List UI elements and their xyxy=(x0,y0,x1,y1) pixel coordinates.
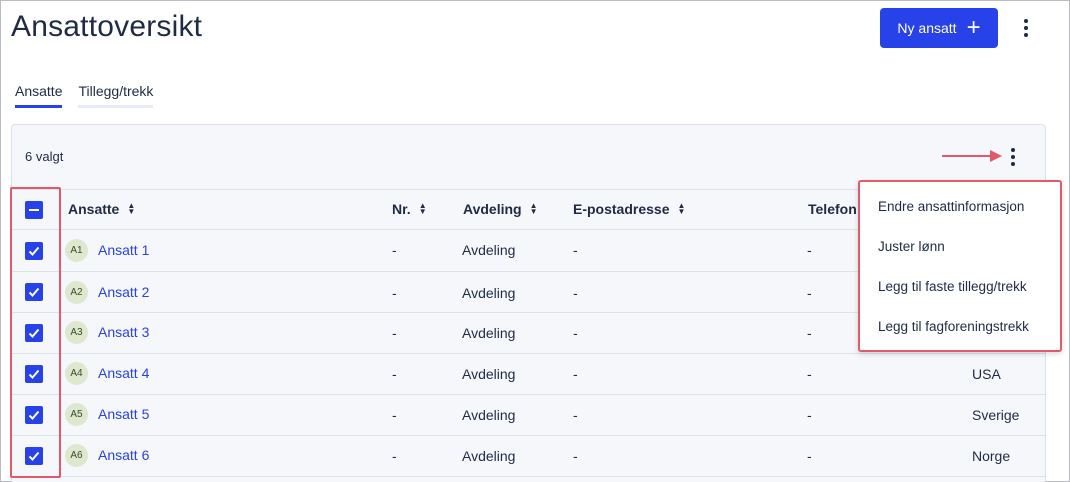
cell-email: - xyxy=(573,366,578,382)
employee-name-link[interactable]: Ansatt 3 xyxy=(98,324,149,340)
cell-phone: - xyxy=(807,325,812,341)
column-header-epost[interactable]: E-postadresse ▲ ▼ xyxy=(573,201,685,217)
avatar: A5 xyxy=(65,403,88,426)
column-label: Ansatte xyxy=(68,201,120,217)
column-label: Telefon xyxy=(808,201,857,217)
cell-nr: - xyxy=(392,325,397,341)
avatar: A4 xyxy=(65,362,88,385)
cell-email: - xyxy=(573,242,578,258)
sort-icon: ▲ ▼ xyxy=(418,201,427,216)
column-label: Nr. xyxy=(392,201,411,217)
plus-icon: + xyxy=(966,14,981,41)
cell-country: Sverige xyxy=(972,407,1020,423)
avatar: A2 xyxy=(65,281,88,304)
row-divider xyxy=(12,435,1045,436)
cell-nr: - xyxy=(392,407,397,423)
new-employee-label: Ny ansatt xyxy=(897,20,957,36)
sort-icon: ▲ ▼ xyxy=(677,201,686,216)
cell-phone: - xyxy=(807,407,812,423)
selected-count: 6 valgt xyxy=(25,149,64,164)
sort-icon: ▲ ▼ xyxy=(529,201,538,216)
cell-department: Avdeling xyxy=(462,366,516,382)
cell-phone: - xyxy=(807,285,812,301)
cell-department: Avdeling xyxy=(462,325,516,341)
bulk-actions-kebab-icon[interactable] xyxy=(1003,145,1023,169)
new-employee-button[interactable]: Ny ansatt + xyxy=(880,8,998,48)
column-header-avdeling[interactable]: Avdeling ▲ ▼ xyxy=(463,201,538,217)
menu-item-add-union-deduction[interactable]: Legg til fagforeningstrekk xyxy=(878,319,1029,334)
cell-nr: - xyxy=(392,366,397,382)
tab-ansatte[interactable]: Ansatte xyxy=(15,83,63,108)
menu-item-adjust-salary[interactable]: Juster lønn xyxy=(878,239,945,254)
column-header-ansatte[interactable]: Ansatte ▲ ▼ xyxy=(68,201,135,217)
page-more-menu-kebab-icon[interactable] xyxy=(1016,16,1036,40)
employee-name-link[interactable]: Ansatt 2 xyxy=(98,284,149,300)
column-label: E-postadresse xyxy=(573,201,670,217)
row-divider xyxy=(12,353,1045,354)
cell-phone: - xyxy=(807,448,812,464)
row-divider xyxy=(12,476,1045,477)
tab-bar: Ansatte Tillegg/trekk xyxy=(15,83,154,108)
column-header-nr[interactable]: Nr. ▲ ▼ xyxy=(392,201,427,217)
cell-department: Avdeling xyxy=(462,242,516,258)
cell-phone: - xyxy=(807,242,812,258)
tab-tillegg-trekk[interactable]: Tillegg/trekk xyxy=(78,83,154,108)
cell-department: Avdeling xyxy=(462,285,516,301)
avatar: A3 xyxy=(65,321,88,344)
cell-country: USA xyxy=(972,366,1001,382)
cell-country: Norge xyxy=(972,448,1011,464)
cell-phone: - xyxy=(807,366,812,382)
page-title: Ansattoversikt xyxy=(11,10,203,43)
menu-item-edit-employee-info[interactable]: Endre ansattinformasjon xyxy=(878,199,1024,214)
cell-nr: - xyxy=(392,242,397,258)
employee-name-link[interactable]: Ansatt 5 xyxy=(98,406,149,422)
bulk-actions-menu: Endre ansattinformasjon Juster lønn Legg… xyxy=(858,180,1062,352)
avatar: A6 xyxy=(65,444,88,467)
menu-item-add-fixed-deductions[interactable]: Legg til faste tillegg/trekk xyxy=(878,279,1027,294)
column-header-telefon[interactable]: Telefon xyxy=(808,201,857,217)
employee-name-link[interactable]: Ansatt 6 xyxy=(98,447,149,463)
cell-department: Avdeling xyxy=(462,407,516,423)
cell-email: - xyxy=(573,285,578,301)
column-label: Avdeling xyxy=(463,201,522,217)
employee-name-link[interactable]: Ansatt 4 xyxy=(98,365,149,381)
row-divider xyxy=(12,394,1045,395)
employee-name-link[interactable]: Ansatt 1 xyxy=(98,242,149,258)
cell-email: - xyxy=(573,448,578,464)
cell-department: Avdeling xyxy=(462,448,516,464)
cell-nr: - xyxy=(392,285,397,301)
sort-icon: ▲ ▼ xyxy=(127,201,136,216)
cell-nr: - xyxy=(392,448,397,464)
cell-email: - xyxy=(573,407,578,423)
arrow-right-icon xyxy=(942,150,1002,162)
cell-email: - xyxy=(573,325,578,341)
checkbox-column-highlight xyxy=(10,187,61,478)
avatar: A1 xyxy=(65,239,88,262)
